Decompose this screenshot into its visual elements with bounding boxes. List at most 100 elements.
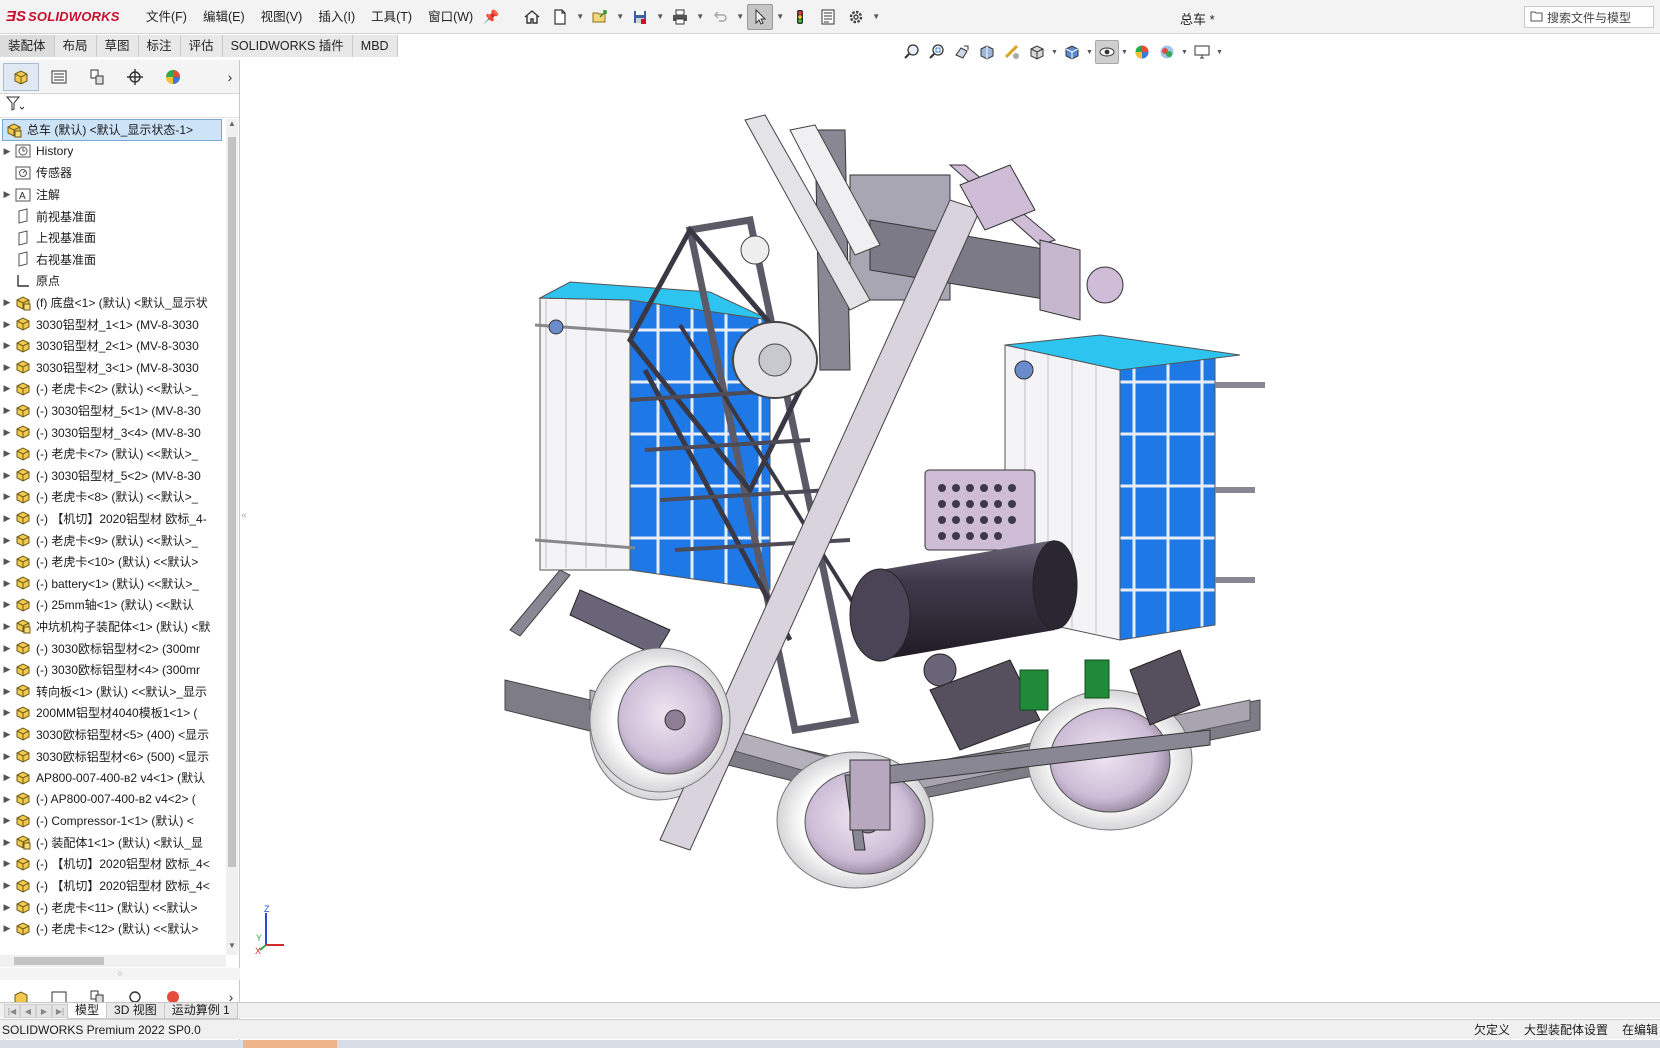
expand-arrow-icon[interactable]: ▶ (0, 146, 14, 157)
tree-item[interactable]: ▶ (-) 3030欧标铝型材<4> (300mr (0, 659, 226, 681)
zoom-to-area-icon[interactable] (925, 40, 949, 64)
search-box[interactable]: 搜索文件与模型 (1524, 6, 1654, 28)
featuremanager-tree-icon[interactable] (3, 62, 39, 91)
configuration-manager-icon[interactable] (79, 63, 115, 91)
dimxpert-icon[interactable] (117, 63, 153, 91)
tab-motion-study[interactable]: 运动算例 1 (163, 1002, 238, 1019)
tree-item[interactable]: ▶ 转向板<1> (默认) <<默认>_显示 (0, 680, 226, 702)
expand-arrow-icon[interactable]: ▶ (0, 751, 14, 762)
expand-arrow-icon[interactable]: ▶ (0, 383, 14, 394)
menu-file[interactable]: 文件(F) (138, 0, 195, 34)
menu-edit[interactable]: 编辑(E) (195, 0, 253, 34)
expand-arrow-icon[interactable]: ▶ (0, 448, 14, 459)
save-icon[interactable] (627, 4, 653, 30)
next-tab-icon[interactable]: ▶ (36, 1003, 52, 1018)
tree-item[interactable]: ▶ History (0, 141, 226, 163)
tree-item[interactable]: ▶ (-) 【机切】2020铝型材 欧标_4< (0, 875, 226, 897)
tree-item[interactable]: ▶ (-) Compressor-1<1> (默认) < (0, 810, 226, 832)
tree-item[interactable]: ▶ (-) 3030欧标铝型材<2> (300mr (0, 637, 226, 659)
expand-arrow-icon[interactable]: ▶ (0, 729, 14, 740)
tree-item[interactable]: ▶ (-) 老虎卡<2> (默认) <<默认>_ (0, 378, 226, 400)
tab-3d-views[interactable]: 3D 视图 (106, 1002, 165, 1019)
expand-arrow-icon[interactable]: ▶ (0, 319, 14, 330)
expand-arrow-icon[interactable]: ▶ (0, 578, 14, 589)
section-view-icon[interactable] (975, 40, 999, 64)
tree-item[interactable]: ▶ (-) 【机切】2020铝型材 欧标_4< (0, 853, 226, 875)
tree-item[interactable]: ▶ (-) 装配体1<1> (默认) <默认_显 (0, 832, 226, 854)
hscroll-thumb[interactable] (14, 957, 104, 965)
expand-arrow-icon[interactable]: ▶ (0, 340, 14, 351)
hide-show-items-icon[interactable] (1095, 40, 1119, 64)
filter-icon[interactable] (5, 96, 25, 115)
scroll-thumb[interactable] (228, 137, 236, 867)
tree-item[interactable]: 传感器 (0, 162, 226, 184)
pin-icon[interactable]: 📌 (483, 9, 499, 25)
expand-arrow-icon[interactable]: ▶ (0, 189, 14, 200)
tree-item[interactable]: ▶ (-) 老虎卡<10> (默认) <<默认> (0, 551, 226, 573)
expand-arrow-icon[interactable]: ▶ (0, 513, 14, 524)
tab-evaluate[interactable]: 评估 (180, 35, 223, 57)
expand-arrow-icon[interactable]: ▶ (0, 297, 14, 308)
tab-assembly[interactable]: 装配体 (0, 35, 55, 57)
expand-arrow-icon[interactable]: ▶ (0, 470, 14, 481)
edit-appearance-icon[interactable] (1130, 40, 1154, 64)
tree-item[interactable]: ▶ (-) 老虎卡<7> (默认) <<默认>_ (0, 443, 226, 465)
tree-vertical-scrollbar[interactable]: ▲ ▼ (226, 119, 238, 955)
pane-collapse-handle[interactable]: « (240, 510, 248, 534)
apply-scene-icon[interactable] (1155, 40, 1179, 64)
tree-root-assembly[interactable]: 总车 (默认) <默认_显示状态-1> (2, 119, 222, 141)
display-style-icon[interactable] (1060, 40, 1084, 64)
tree-filter[interactable] (0, 94, 239, 118)
new-dropdown[interactable]: ▼ (575, 4, 585, 30)
expand-arrow-icon[interactable]: ▶ (0, 858, 14, 869)
dynamic-annotation-icon[interactable] (1000, 40, 1024, 64)
tree-item[interactable]: ▶ 3030铝型材_2<1> (MV-8-3030 (0, 335, 226, 357)
tree-item[interactable]: ▶ 3030欧标铝型材<5> (400) <显示 (0, 724, 226, 746)
expand-arrow-icon[interactable]: ▶ (0, 686, 14, 697)
expand-arrow-icon[interactable]: ▶ (0, 491, 14, 502)
expand-arrow-icon[interactable]: ▶ (0, 427, 14, 438)
zoom-to-fit-icon[interactable] (900, 40, 924, 64)
tree-item[interactable]: 原点 (0, 270, 226, 292)
tree-item[interactable]: ▶ (-) 老虎卡<11> (默认) <<默认> (0, 896, 226, 918)
property-manager-icon[interactable] (41, 63, 77, 91)
hide-show-dropdown[interactable]: ▼ (1120, 49, 1129, 56)
scroll-up-icon[interactable]: ▲ (226, 119, 238, 133)
expand-arrow-icon[interactable]: ▶ (0, 707, 14, 718)
tree-item[interactable]: ▶ 冲坑机构子装配体<1> (默认) <默 (0, 616, 226, 638)
menu-insert[interactable]: 插入(I) (310, 0, 363, 34)
save-dropdown[interactable]: ▼ (655, 4, 665, 30)
view-orientation-dropdown[interactable]: ▼ (1050, 49, 1059, 56)
last-tab-icon[interactable]: ▶| (52, 1003, 68, 1018)
tree-item[interactable]: ▶ (-) 老虎卡<9> (默认) <<默认>_ (0, 529, 226, 551)
tree-item[interactable]: ▶ 3030铝型材_1<1> (MV-8-3030 (0, 313, 226, 335)
chevron-right-icon[interactable]: › (221, 69, 239, 85)
expand-arrow-icon[interactable]: ▶ (0, 902, 14, 913)
tree-item[interactable]: 上视基准面 (0, 227, 226, 249)
first-tab-icon[interactable]: |◀ (4, 1003, 20, 1018)
tree-item[interactable]: ▶ 3030铝型材_3<1> (MV-8-3030 (0, 357, 226, 379)
view-settings-dropdown[interactable]: ▼ (1215, 49, 1224, 56)
tree-item[interactable]: 前视基准面 (0, 205, 226, 227)
expand-arrow-icon[interactable]: ▶ (0, 880, 14, 891)
undo-icon[interactable] (707, 4, 733, 30)
tree-item[interactable]: ▶ A 注解 (0, 184, 226, 206)
robot-assembly-model[interactable] (250, 70, 1660, 1000)
tab-mbd[interactable]: MBD (352, 35, 398, 57)
tab-sketch[interactable]: 草图 (96, 35, 139, 57)
tree-item[interactable]: ▶ (-) 25mm轴<1> (默认) <<默认 (0, 594, 226, 616)
tree-horizontal-scrollbar[interactable] (0, 955, 226, 967)
expand-arrow-icon[interactable]: ▶ (0, 535, 14, 546)
previous-view-icon[interactable] (950, 40, 974, 64)
expand-arrow-icon[interactable]: ▶ (0, 815, 14, 826)
tab-addins[interactable]: SOLIDWORKS 插件 (222, 35, 353, 57)
tree-item[interactable]: ▶ 3030欧标铝型材<6> (500) <显示 (0, 745, 226, 767)
tree-item[interactable]: ▶ AP800-007-400-в2 v4<1> (默认 (0, 767, 226, 789)
tree-item[interactable]: ▶ (-) 【机切】2020铝型材 欧标_4- (0, 508, 226, 530)
view-settings-icon[interactable] (1190, 40, 1214, 64)
display-style-dropdown[interactable]: ▼ (1085, 49, 1094, 56)
prev-tab-icon[interactable]: ◀ (20, 1003, 36, 1018)
solidworks-logo[interactable]: ƎS SOLIDWORKS (0, 8, 138, 25)
expand-arrow-icon[interactable]: ▶ (0, 664, 14, 675)
menu-view[interactable]: 视图(V) (253, 0, 311, 34)
